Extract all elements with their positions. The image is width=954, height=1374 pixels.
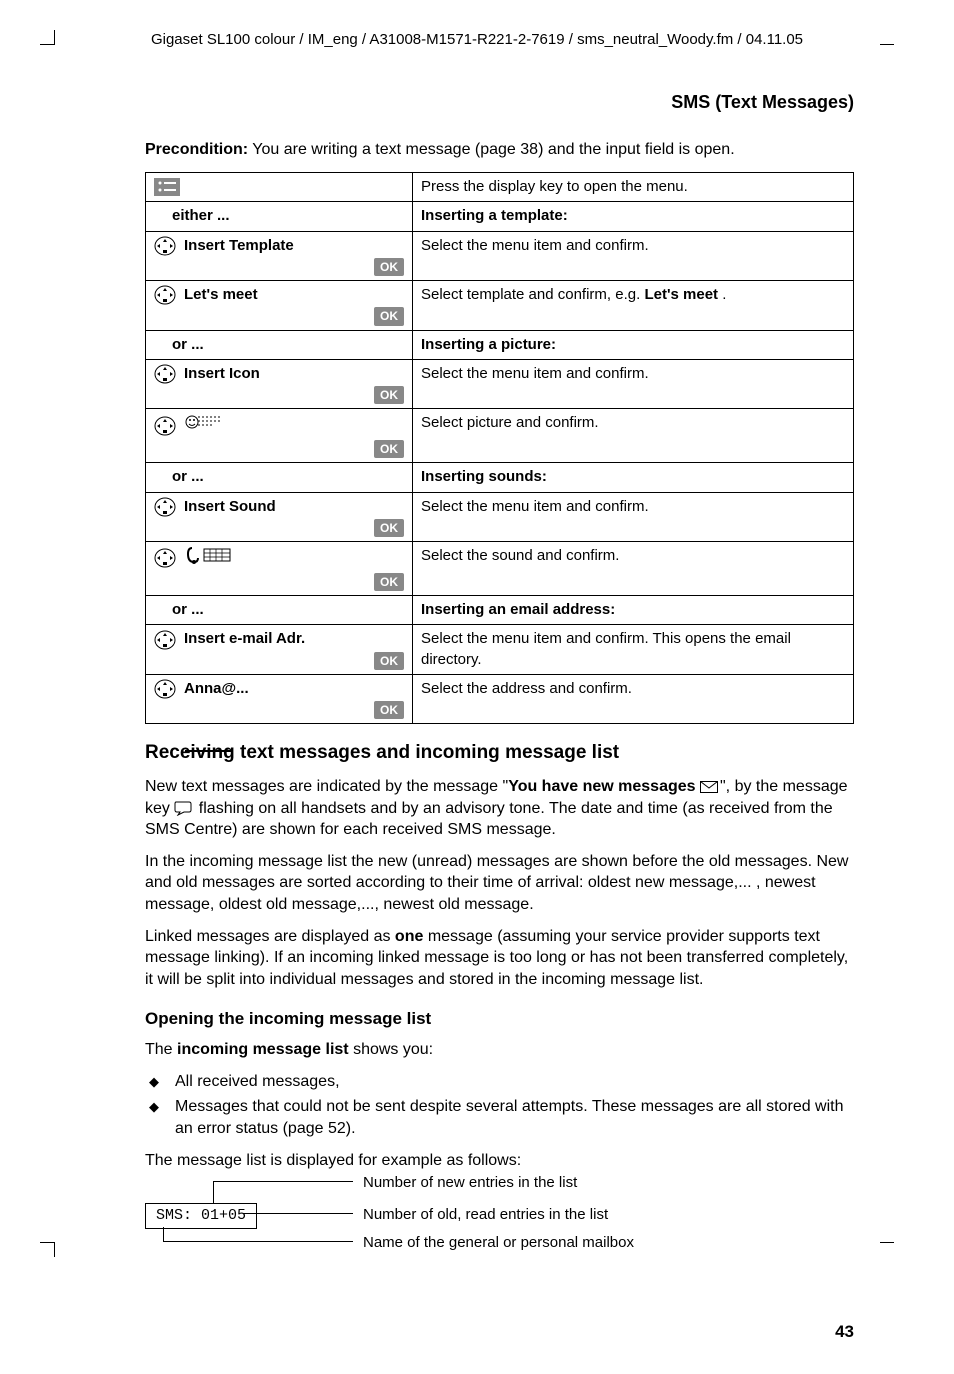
table-row: OK Select the sound and confirm. [146, 542, 854, 596]
ok-softkey: OK [374, 307, 404, 325]
diagram-label: Name of the general or personal mailbox [363, 1233, 634, 1253]
table-row: or ... Inserting an email address: [146, 596, 854, 625]
precondition-label: Precondition: [145, 141, 248, 158]
table-row: Press the display key to open the menu. [146, 173, 854, 202]
table-row: Insert Template OK Select the menu item an… [146, 231, 854, 280]
paragraph: Linked messages are displayed as one mes… [145, 926, 854, 991]
nav-control-icon [154, 285, 176, 305]
nav-control-icon [154, 364, 176, 384]
menu-item-label: Anna@... [184, 679, 249, 699]
ok-softkey: OK [374, 258, 404, 276]
sms-counter-box: SMS: 01+05 [145, 1203, 257, 1229]
table-row: Insert Sound OK Select the menu item and c… [146, 492, 854, 541]
paragraph: The incoming message list shows you: [145, 1039, 854, 1061]
list-item: Messages that could not be sent despite … [145, 1096, 854, 1139]
step-description: Select the menu item and confirm. [421, 365, 649, 382]
table-row: or ... Inserting sounds: [146, 463, 854, 492]
nav-control-icon [154, 416, 176, 436]
step-description: Select the menu item and confirm. [421, 237, 649, 254]
nav-control-icon [154, 548, 176, 568]
precondition: Precondition: You are writing a text mes… [145, 139, 854, 161]
menu-item-label: Let's meet [184, 285, 258, 305]
step-description: Select the menu item and confirm. This o… [421, 630, 791, 667]
menu-icon [154, 178, 180, 196]
table-row: Anna@... OK Select the address and confirm… [146, 674, 854, 723]
list-item: All received messages, [145, 1071, 854, 1093]
running-header: Gigaset SL100 colour / IM_eng / A31008-M… [55, 30, 899, 50]
message-key-icon [174, 800, 192, 816]
crop-mark [880, 1242, 894, 1257]
step-description: Select the menu item and confirm. [421, 498, 649, 515]
paragraph: In the incoming message list the new (un… [145, 851, 854, 916]
step-heading: Inserting sounds: [421, 468, 547, 485]
table-row: Insert e-mail Adr. OK Select the menu item… [146, 625, 854, 675]
nav-control-icon [154, 679, 176, 699]
step-description: Press the display key to open the menu. [421, 178, 688, 195]
crop-mark [880, 30, 894, 45]
ok-softkey: OK [374, 440, 404, 458]
ok-softkey: OK [374, 519, 404, 537]
sms-list-diagram: SMS: 01+05 Number of new entries in the … [145, 1181, 854, 1271]
diagram-label: Number of old, read entries in the list [363, 1205, 608, 1225]
crop-mark [40, 1242, 55, 1257]
paragraph: The message list is displayed for exampl… [145, 1150, 854, 1172]
page-number: 43 [55, 1321, 899, 1344]
ok-softkey: OK [374, 701, 404, 719]
branch-label: or ... [154, 468, 204, 485]
branch-label: either ... [154, 207, 230, 224]
heading-receiving: Receiving text messages and incoming mes… [145, 740, 854, 766]
branch-label: or ... [154, 601, 204, 618]
ok-softkey: OK [374, 386, 404, 404]
step-heading: Inserting a template: [421, 207, 568, 224]
step-description: Select the address and confirm. [421, 680, 632, 697]
section-title: SMS (Text Messages) [55, 90, 899, 114]
step-heading: Inserting a picture: [421, 336, 556, 353]
steps-table: Press the display key to open the menu. e… [145, 172, 854, 724]
table-row: OK Select picture and confirm. [146, 409, 854, 463]
table-row: Insert Icon OK Select the menu item and co… [146, 359, 854, 408]
paragraph: New text messages are indicated by the m… [145, 776, 854, 841]
crop-mark [40, 30, 55, 45]
step-description: Select the sound and confirm. [421, 547, 619, 564]
picture-glyph [184, 413, 224, 438]
heading-opening-list: Opening the incoming message list [145, 1008, 854, 1031]
table-row: either ... Inserting a template: [146, 202, 854, 231]
step-heading: Inserting an email address: [421, 601, 615, 618]
section-rule [185, 750, 231, 752]
precondition-text: You are writing a text message (page 38)… [248, 141, 735, 158]
diagram-label: Number of new entries in the list [363, 1173, 577, 1193]
step-description: Select picture and confirm. [421, 414, 599, 431]
nav-control-icon [154, 630, 176, 650]
nav-control-icon [154, 497, 176, 517]
menu-item-label: Insert e-mail Adr. [184, 629, 305, 649]
branch-label: or ... [154, 336, 204, 353]
menu-item-label: Insert Template [184, 236, 294, 256]
table-row: Let's meet OK Select template and confirm,… [146, 281, 854, 330]
menu-item-label: Insert Sound [184, 497, 276, 517]
envelope-icon [700, 781, 718, 793]
table-row: or ... Inserting a picture: [146, 330, 854, 359]
ok-softkey: OK [374, 573, 404, 591]
sound-glyph [184, 546, 234, 571]
ok-softkey: OK [374, 652, 404, 670]
step-description: Select template and confirm, e.g. Let's … [421, 286, 726, 303]
menu-item-label: Insert Icon [184, 364, 260, 384]
bullet-list: All received messages, Messages that cou… [145, 1071, 854, 1140]
nav-control-icon [154, 236, 176, 256]
